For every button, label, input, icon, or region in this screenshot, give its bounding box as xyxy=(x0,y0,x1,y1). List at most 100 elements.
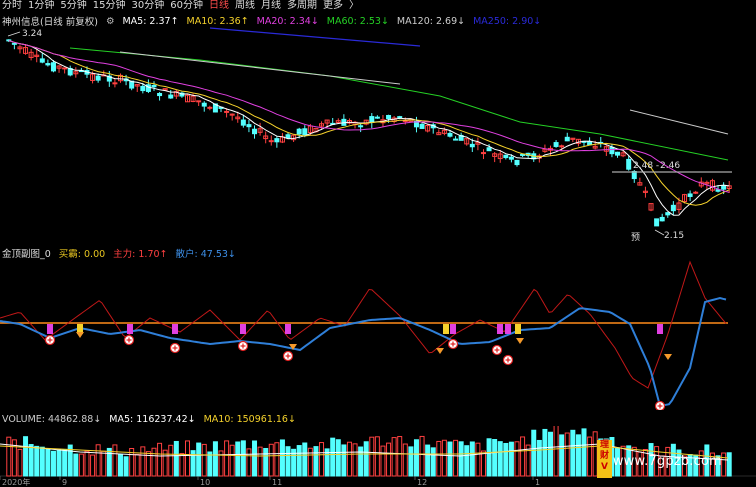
candle-body xyxy=(240,119,246,126)
volume-bar xyxy=(117,454,123,477)
candlestick-chart[interactable]: 3.24 2.48 -2.46 2.15 预 xyxy=(0,26,756,242)
volume-bar xyxy=(279,439,285,477)
candle-body xyxy=(687,193,693,197)
signal-bar xyxy=(172,324,178,334)
volume-bar xyxy=(721,452,727,477)
candle-body xyxy=(246,124,252,128)
x-axis-label: 12 xyxy=(417,478,427,487)
candle-body xyxy=(508,156,514,160)
candle-body xyxy=(224,110,230,113)
volume-bar xyxy=(140,446,146,477)
volume-bar xyxy=(419,435,425,477)
ma-item: MA20: 2.34↓ xyxy=(256,15,319,27)
period-tab[interactable]: 更多 xyxy=(323,0,343,12)
volume-bar xyxy=(475,442,481,477)
candle-body xyxy=(112,82,118,85)
period-tab[interactable]: 周线 xyxy=(235,0,255,12)
candle-body xyxy=(374,116,380,119)
period-tab[interactable]: 60分钟 xyxy=(170,0,203,12)
candle-body xyxy=(670,204,676,212)
signal-bar xyxy=(47,324,53,334)
volume-bar xyxy=(101,450,107,477)
candle-body xyxy=(564,136,570,142)
signal-bar xyxy=(443,324,449,334)
volume-bar xyxy=(39,446,45,477)
volume-item: VOLUME: 44862.88↓ xyxy=(2,414,102,425)
period-tab[interactable]: 15分钟 xyxy=(93,0,126,12)
candle-body xyxy=(201,102,207,107)
ma-item: MA10: 2.36↑ xyxy=(186,15,249,27)
volume-bar xyxy=(185,440,190,477)
period-tab[interactable]: 日线 xyxy=(209,0,229,12)
volume-bar xyxy=(352,443,358,477)
period-tab[interactable]: 分时 xyxy=(2,0,22,12)
candle-body xyxy=(486,147,492,152)
candle-body xyxy=(469,143,475,148)
volume-bar xyxy=(201,443,207,477)
volume-bar xyxy=(464,445,470,477)
candle-body xyxy=(721,185,727,190)
volume-bar xyxy=(17,448,23,477)
volume-bar xyxy=(575,434,581,477)
period-tab[interactable]: 多周期 xyxy=(287,0,317,12)
volume-bar xyxy=(413,439,419,477)
volume-bar xyxy=(252,440,258,477)
volume-bar xyxy=(386,442,392,477)
candle-body xyxy=(626,158,632,170)
volume-bar xyxy=(341,444,347,477)
volume-bar xyxy=(179,453,185,477)
settings-gear-icon[interactable]: ⚙ xyxy=(106,16,115,27)
main-force-line xyxy=(0,260,727,389)
volume-bar xyxy=(224,440,230,477)
volume-bar xyxy=(95,444,101,477)
volume-bar xyxy=(380,445,386,477)
ad-badge[interactable]: 理财V xyxy=(597,440,612,478)
ma-legend: MA5: 2.37↑ MA10: 2.36↑ MA20: 2.34↓ MA60: 2.… xyxy=(122,16,541,27)
signal-bar xyxy=(240,324,246,334)
volume-bar xyxy=(726,452,732,477)
volume-bar xyxy=(369,436,375,477)
volume-bar xyxy=(358,446,364,477)
volume-bar xyxy=(548,431,553,477)
ma120-line-right xyxy=(629,109,729,135)
candle-body xyxy=(609,146,615,155)
volume-bar xyxy=(469,441,475,477)
candle-body xyxy=(654,218,660,227)
high-label: 3.24 xyxy=(22,29,42,39)
candle-body xyxy=(520,153,526,156)
volume-bar xyxy=(196,442,202,477)
volume-bar xyxy=(480,450,486,477)
volume-bar xyxy=(486,438,492,477)
volume-bar xyxy=(497,441,503,477)
signal-bar xyxy=(515,324,521,334)
volume-bar xyxy=(346,441,352,477)
volume-bar xyxy=(441,439,447,477)
volume-item: MA5: 116237.42↓ xyxy=(109,414,196,425)
candle-body xyxy=(397,116,403,119)
period-tab[interactable]: 月线 xyxy=(261,0,281,12)
candle-body xyxy=(419,123,425,129)
volume-bar xyxy=(335,439,341,477)
candle-body xyxy=(559,145,565,148)
volume-bar xyxy=(285,446,291,477)
volume-bar xyxy=(330,437,336,477)
ma20-line xyxy=(8,40,730,193)
volume-bar xyxy=(374,436,380,477)
volume-values: VOLUME: 44862.88↓ MA5: 116237.42↓ MA10: 15… xyxy=(2,414,296,425)
high-pointer xyxy=(7,31,21,37)
candle-body xyxy=(296,128,302,135)
indicator-chart[interactable] xyxy=(0,258,756,410)
period-tab[interactable]: 30分钟 xyxy=(131,0,164,12)
volume-bar xyxy=(508,441,514,477)
volume-bar xyxy=(402,443,408,477)
candle-body xyxy=(140,85,146,92)
candle-body xyxy=(11,42,17,45)
ma-item: MA5: 2.37↑ xyxy=(122,15,179,27)
volume-bar xyxy=(302,442,308,477)
volume-bar xyxy=(430,447,436,477)
diamond-signal-icon xyxy=(76,332,84,338)
period-tab[interactable]: 1分钟 xyxy=(28,0,54,12)
volume-legend: VOLUME: 44862.88↓ MA5: 116237.42↓ MA10: 15… xyxy=(0,414,296,425)
period-tab[interactable]: 5分钟 xyxy=(60,0,86,12)
more-chevron-icon[interactable]: 〉 xyxy=(349,0,359,12)
